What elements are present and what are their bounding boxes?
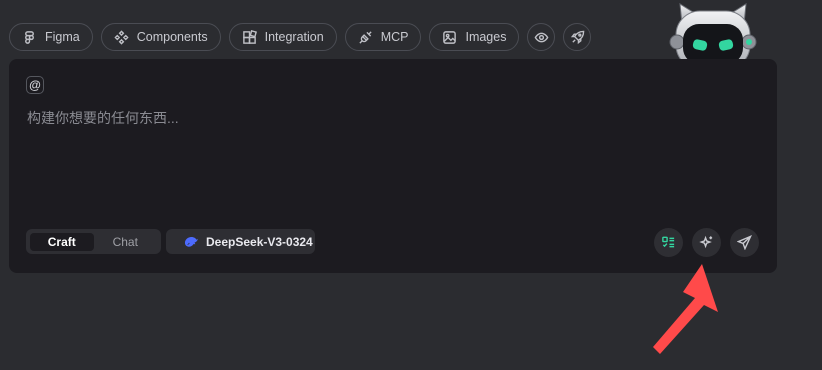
mode-chat[interactable]: Chat [94, 233, 158, 251]
plug-icon [359, 30, 372, 44]
integration-chip-label: Integration [264, 30, 324, 44]
task-list-button[interactable] [654, 228, 683, 257]
integration-icon [242, 29, 257, 44]
mention-button[interactable]: @ [26, 76, 44, 94]
images-chip-label: Images [465, 30, 507, 44]
checklist-icon [662, 236, 675, 248]
figma-chip[interactable]: Figma [9, 23, 93, 51]
mode-toggle: Craft Chat [26, 229, 161, 254]
components-chip[interactable]: Components [100, 23, 221, 51]
prompt-input[interactable]: 构建你想要的任何东西... [27, 108, 747, 128]
deepseek-whale-icon [184, 236, 199, 247]
deploy-button[interactable] [563, 23, 592, 51]
composer-panel: @ 构建你想要的任何东西... Craft Chat DeepSeek-V3-0… [9, 59, 777, 273]
mcp-chip[interactable]: MCP [344, 23, 422, 51]
images-chip[interactable]: Images [429, 23, 520, 51]
send-icon [737, 235, 752, 250]
eye-icon [534, 32, 549, 42]
sparkle-icon [699, 235, 713, 249]
model-name: DeepSeek-V3-0324 [206, 234, 313, 249]
components-chip-label: Components [136, 30, 208, 44]
robot-cat-mascot [669, 3, 757, 66]
send-button[interactable] [730, 228, 759, 257]
preview-button[interactable] [527, 23, 556, 51]
components-icon [114, 29, 129, 45]
model-selector[interactable]: DeepSeek-V3-0324 [166, 229, 315, 254]
figma-chip-label: Figma [45, 30, 80, 44]
rocket-icon [570, 30, 585, 44]
mention-symbol: @ [29, 78, 41, 92]
figma-icon [25, 30, 34, 44]
integration-chip[interactable]: Integration [228, 23, 337, 51]
integration-chip-row: Figma Components Integration MCP Images [9, 23, 592, 51]
annotation-arrow [653, 264, 718, 354]
mode-craft[interactable]: Craft [30, 232, 94, 251]
mcp-chip-label: MCP [380, 30, 409, 44]
image-icon [443, 30, 457, 44]
enhance-prompt-button[interactable] [692, 228, 721, 257]
